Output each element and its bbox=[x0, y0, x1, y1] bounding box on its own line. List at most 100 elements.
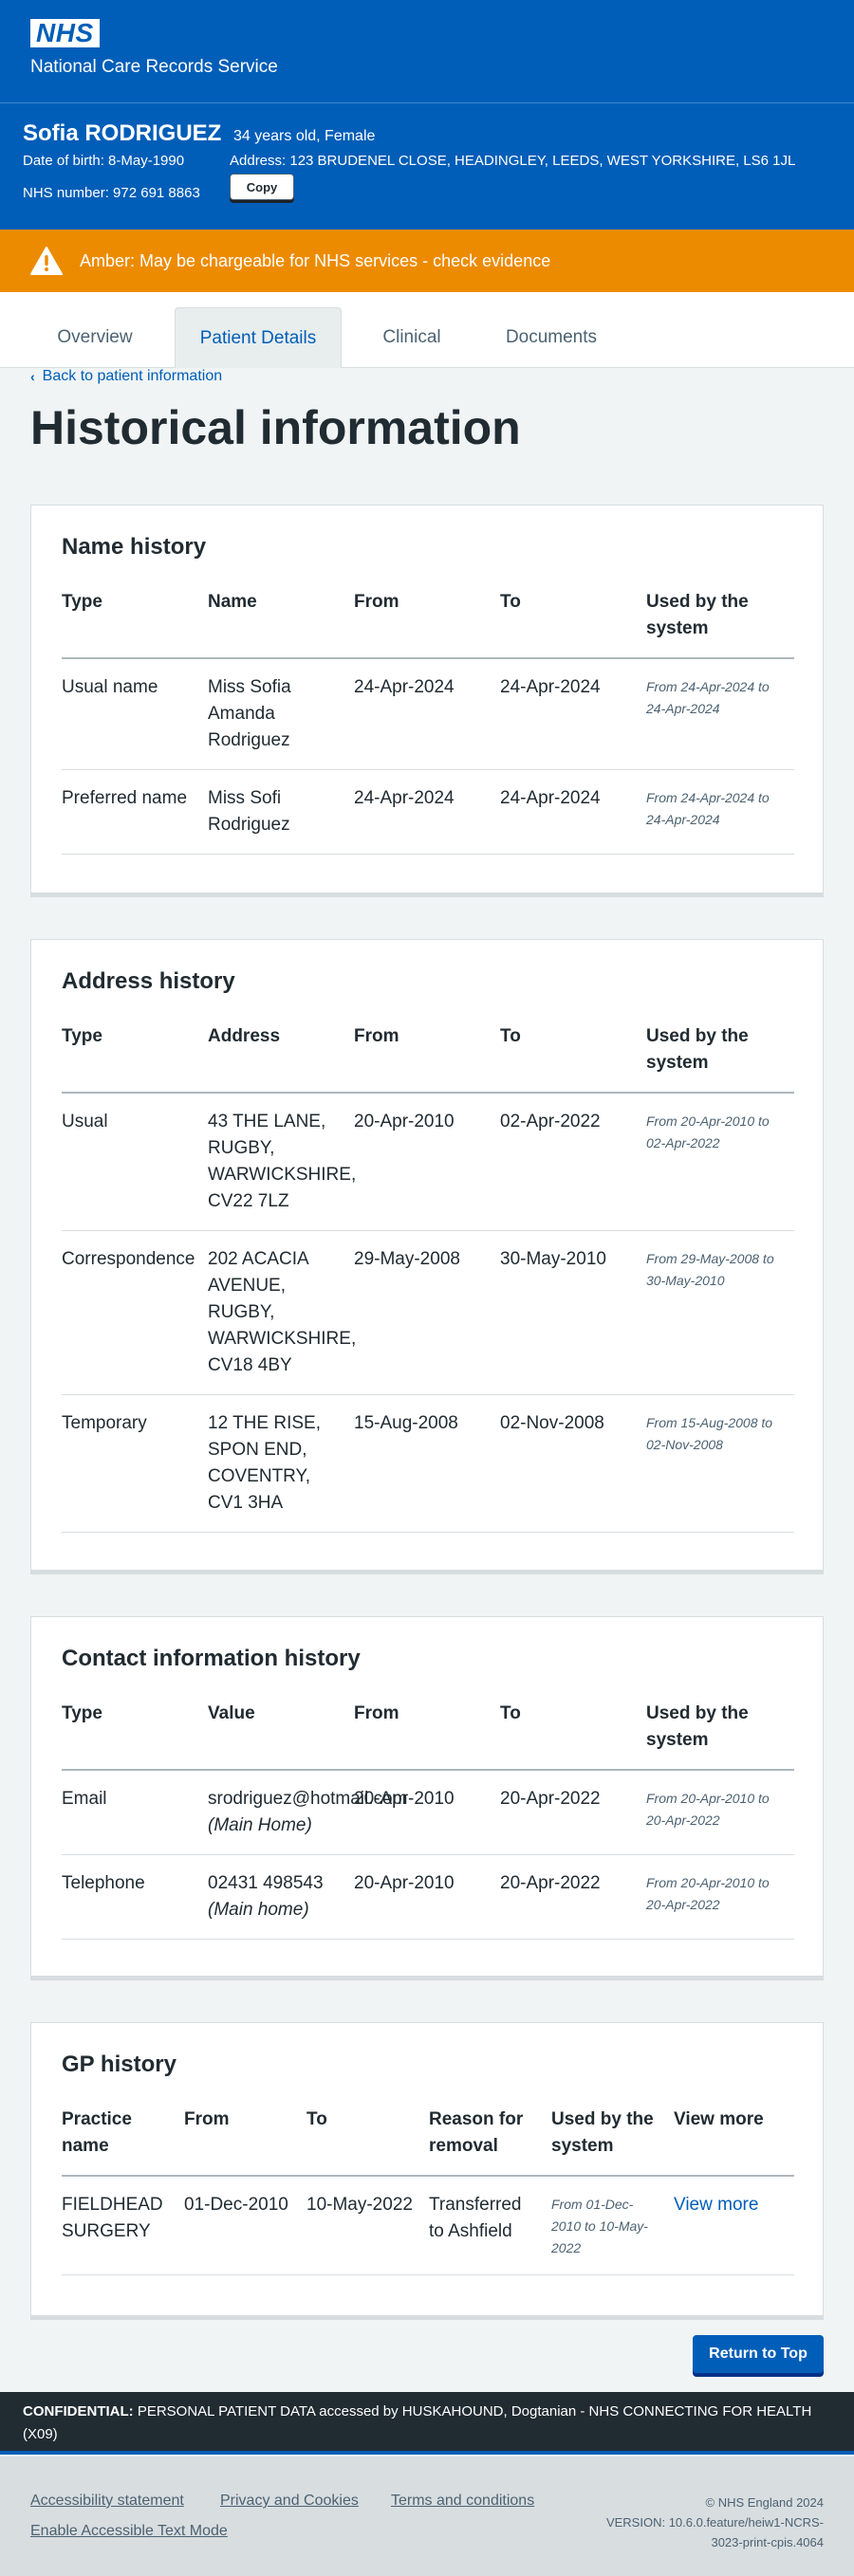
accessible-text-mode-link[interactable]: Enable Accessible Text Mode bbox=[30, 2523, 228, 2540]
column-header: Practice name bbox=[62, 2107, 184, 2177]
site-header: NHS National Care Records Service bbox=[0, 0, 854, 102]
back-link-label: Back to patient information bbox=[42, 368, 223, 384]
back-link[interactable]: ‹ Back to patient information bbox=[30, 368, 222, 385]
name-history-card: Name history Type Name From To Used by t… bbox=[30, 505, 824, 893]
column-header: Used by the system bbox=[551, 2107, 674, 2177]
site-footer: Accessibility statement Privacy and Cook… bbox=[0, 2456, 854, 2576]
contact-usage: (Main Home) bbox=[208, 1815, 312, 1835]
contact-value: srodriguez@hotmail.com bbox=[208, 1789, 408, 1809]
tab-overview[interactable]: Overview bbox=[27, 307, 163, 368]
view-more-link[interactable]: View more bbox=[674, 2176, 794, 2275]
cell-to: 20-Apr-2022 bbox=[500, 1770, 646, 1855]
address-history-card: Address history Type Address From To Use… bbox=[30, 939, 824, 1571]
cell-to: 02-Nov-2008 bbox=[500, 1394, 646, 1533]
column-header: To bbox=[306, 2107, 429, 2177]
table-row: Preferred name Miss Sofi Rodriguez 24-Ap… bbox=[62, 769, 794, 855]
name-history-table: Type Name From To Used by the system Usu… bbox=[62, 589, 794, 855]
cell-type: Correspondence bbox=[62, 1230, 208, 1395]
address-history-table: Type Address From To Used by the system … bbox=[62, 1023, 794, 1533]
column-header: From bbox=[354, 589, 500, 659]
cell-used-by-system: From 29-May-2008 to 30-May-2010 bbox=[646, 1230, 794, 1395]
cell-type: Usual name bbox=[62, 658, 208, 770]
column-header: Address bbox=[208, 1023, 354, 1094]
table-row: Telephone 02431 498543 (Main home) 20-Ap… bbox=[62, 1854, 794, 1940]
column-header: Name bbox=[208, 589, 354, 659]
table-row: Usual name Miss Sofia Amanda Rodriguez 2… bbox=[62, 658, 794, 770]
column-header: Used by the system bbox=[646, 1023, 794, 1094]
cell-to: 24-Apr-2024 bbox=[500, 769, 646, 855]
cell-name: Miss Sofi Rodriguez bbox=[208, 769, 354, 855]
contact-history-table: Type Value From To Used by the system Em… bbox=[62, 1701, 794, 1940]
terms-conditions-link[interactable]: Terms and conditions bbox=[391, 2493, 534, 2510]
cell-from: 29-May-2008 bbox=[354, 1230, 500, 1395]
gp-history-table: Practice name From To Reason for removal… bbox=[62, 2107, 794, 2275]
cell-to: 30-May-2010 bbox=[500, 1230, 646, 1395]
cell-type: Telephone bbox=[62, 1854, 208, 1940]
cell-from: 20-Apr-2010 bbox=[354, 1093, 500, 1231]
patient-dob: Date of birth: 8-May-1990 bbox=[23, 153, 185, 169]
table-row: Correspondence 202 ACACIA AVENUE, RUGBY,… bbox=[62, 1230, 794, 1395]
name-history-title: Name history bbox=[62, 534, 207, 560]
version-text: VERSION: 10.6.0.feature/heiw1-NCRS-3023-… bbox=[605, 2515, 824, 2549]
confidential-notice: CONFIDENTIAL: PERSONAL PATIENT DATA acce… bbox=[0, 2392, 854, 2455]
column-header: From bbox=[354, 1701, 500, 1771]
cell-used-by-system: From 20-Apr-2010 to 20-Apr-2022 bbox=[646, 1770, 794, 1855]
gp-history-title: GP history bbox=[62, 2052, 176, 2077]
column-header: Type bbox=[62, 589, 208, 659]
cell-used-by-system: From 15-Aug-2008 to 02-Nov-2008 bbox=[646, 1394, 794, 1533]
cell-used-by-system: From 24-Apr-2024 to 24-Apr-2024 bbox=[646, 769, 794, 855]
column-header: Type bbox=[62, 1023, 208, 1094]
cell-reason: Transferred to Ashfield bbox=[429, 2176, 551, 2275]
tab-bar: Overview Patient Details Clinical Docume… bbox=[0, 292, 854, 368]
column-header: To bbox=[500, 1023, 646, 1094]
table-row: Temporary 12 THE RISE, SPON END, COVENTR… bbox=[62, 1394, 794, 1533]
cell-address: 202 ACACIA AVENUE, RUGBY, WARWICKSHIRE, … bbox=[208, 1230, 356, 1395]
cell-from: 24-Apr-2024 bbox=[354, 769, 500, 855]
table-row: FIELDHEAD SURGERY 01-Dec-2010 10-May-202… bbox=[62, 2176, 794, 2275]
cell-to: 02-Apr-2022 bbox=[500, 1093, 646, 1231]
cell-address: 12 THE RISE, SPON END, COVENTRY, CV1 3HA bbox=[208, 1394, 354, 1533]
patient-address: Address: 123 BRUDENEL CLOSE, HEADINGLEY,… bbox=[230, 153, 796, 169]
cell-value: 02431 498543 (Main home) bbox=[208, 1854, 354, 1940]
cell-used-by-system: From 20-Apr-2010 to 02-Apr-2022 bbox=[646, 1093, 794, 1231]
confidential-text: PERSONAL PATIENT DATA accessed by HUSKAH… bbox=[23, 2403, 812, 2442]
chevron-left-icon: ‹ bbox=[30, 369, 35, 384]
cell-type: Temporary bbox=[62, 1394, 208, 1533]
column-header: From bbox=[184, 2107, 306, 2177]
column-header: To bbox=[500, 1701, 646, 1771]
cell-name: Miss Sofia Amanda Rodriguez bbox=[208, 658, 354, 770]
contact-history-card: Contact information history Type Value F… bbox=[30, 1616, 824, 1977]
cell-type: Preferred name bbox=[62, 769, 208, 855]
copy-nhs-number-button[interactable]: Copy bbox=[230, 174, 294, 200]
contact-history-title: Contact information history bbox=[62, 1646, 361, 1671]
cell-from: 01-Dec-2010 bbox=[184, 2176, 306, 2275]
return-to-top-button[interactable]: Return to Top bbox=[693, 2335, 824, 2373]
service-name[interactable]: National Care Records Service bbox=[30, 57, 824, 78]
contact-value: 02431 498543 bbox=[208, 1873, 324, 1893]
nhs-logo[interactable]: NHS bbox=[30, 19, 100, 47]
gp-history-card: GP history Practice name From To Reason … bbox=[30, 2022, 824, 2316]
cell-type: Email bbox=[62, 1770, 208, 1855]
cell-from: 24-Apr-2024 bbox=[354, 658, 500, 770]
page-title: Historical information bbox=[30, 401, 521, 454]
column-header: To bbox=[500, 589, 646, 659]
cell-to: 20-Apr-2022 bbox=[500, 1854, 646, 1940]
accessibility-statement-link[interactable]: Accessibility statement bbox=[30, 2493, 184, 2510]
warning-icon bbox=[30, 247, 63, 275]
cell-value: srodriguez@hotmail.com (Main Home) bbox=[208, 1770, 408, 1855]
footer-meta: © NHS England 2024 VERSION: 10.6.0.featu… bbox=[586, 2493, 824, 2552]
privacy-cookies-link[interactable]: Privacy and Cookies bbox=[220, 2493, 359, 2510]
tab-clinical[interactable]: Clinical bbox=[353, 307, 471, 368]
column-header: Used by the system bbox=[646, 1701, 794, 1771]
cell-used-by-system: From 24-Apr-2024 to 24-Apr-2024 bbox=[646, 658, 794, 770]
cell-to: 10-May-2022 bbox=[306, 2176, 429, 2275]
tab-patient-details[interactable]: Patient Details bbox=[175, 307, 342, 368]
cell-from: 20-Apr-2010 bbox=[354, 1854, 500, 1940]
column-header: Used by the system bbox=[646, 589, 794, 659]
column-header: Reason for removal bbox=[429, 2107, 551, 2177]
patient-banner: Sofia RODRIGUEZ 34 years old, Female Dat… bbox=[0, 102, 854, 230]
patient-age-sex: 34 years old, Female bbox=[233, 128, 376, 144]
table-row: Usual 43 THE LANE, RUGBY, WARWICKSHIRE, … bbox=[62, 1093, 794, 1231]
column-header: Type bbox=[62, 1701, 208, 1771]
tab-documents[interactable]: Documents bbox=[484, 307, 619, 368]
